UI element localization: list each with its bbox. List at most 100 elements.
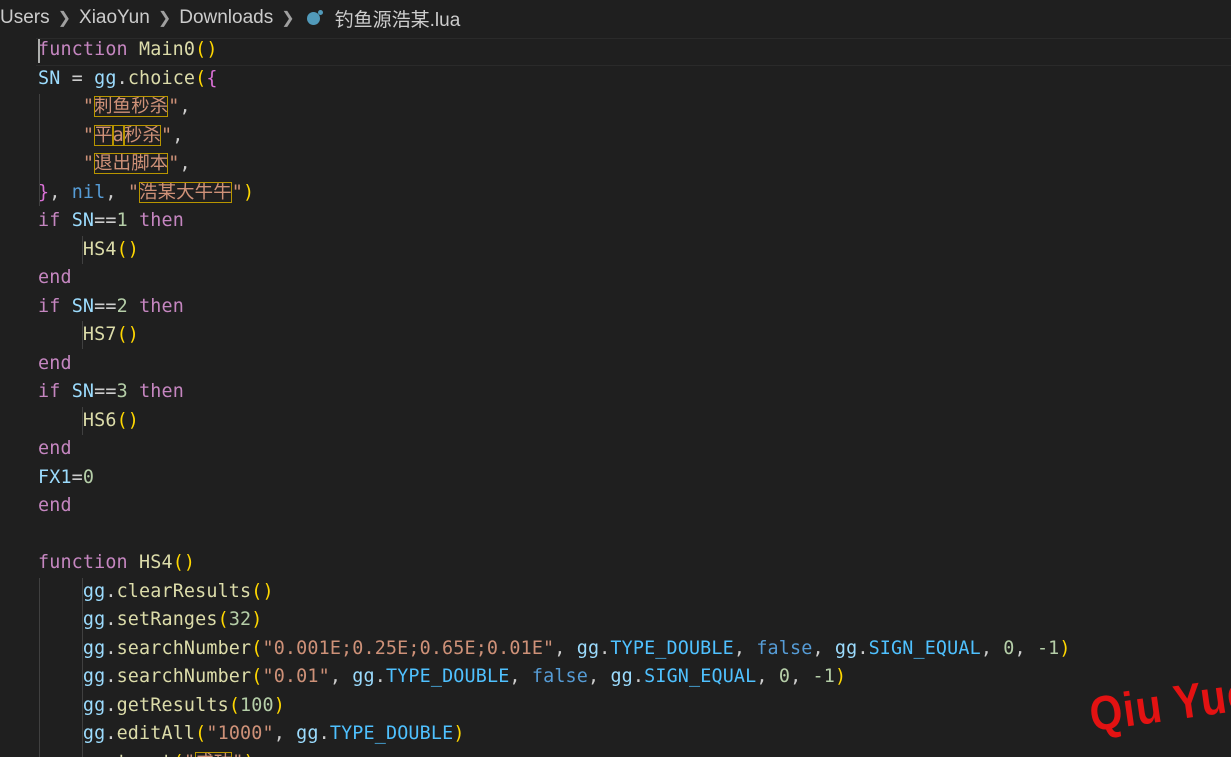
code-token: 刺鱼秒杀 [94, 96, 169, 117]
code-token: . [116, 67, 128, 89]
code-token: HS4 [82, 238, 117, 260]
code-token: ( [173, 752, 184, 757]
code-token: ( [195, 67, 207, 89]
code-token: " [168, 96, 180, 117]
code-token: == [94, 381, 117, 402]
code-token: . [599, 637, 611, 659]
breadcrumb-item-xiaoyun[interactable]: XiaoYun [79, 7, 150, 29]
code-line[interactable]: gg.searchNumber("0.01", gg.TYPE_DOUBLE, … [38, 663, 846, 691]
code-token: FX1 [38, 466, 72, 488]
code-token: clearResults [116, 580, 252, 602]
code-token: 32 [228, 609, 252, 630]
code-line[interactable]: "刺鱼秒杀", [38, 93, 191, 121]
code-token: . [105, 666, 117, 687]
breadcrumb-item-users[interactable]: Users [0, 7, 50, 29]
code-token: 成功 [195, 751, 233, 757]
code-token: , [329, 666, 353, 687]
breadcrumb-item-downloads[interactable]: Downloads [179, 7, 273, 29]
code-token: , [790, 666, 813, 687]
code-token: searchNumber [116, 666, 252, 687]
code-line[interactable]: FX1=0 [38, 464, 94, 492]
code-token: () [195, 39, 218, 60]
code-token: end [38, 438, 72, 459]
code-token: ( [228, 694, 241, 716]
code-token: HS6 [82, 409, 117, 431]
code-line[interactable]: if SN==1 then [38, 207, 184, 235]
code-token: , [756, 666, 779, 687]
code-line[interactable]: function Main0() [38, 36, 218, 64]
code-line[interactable]: gg.setRanges(32) [38, 606, 263, 634]
code-token: "1000" [206, 723, 274, 744]
code-token: HS4 [139, 552, 173, 573]
code-line[interactable]: if SN==3 then [38, 378, 184, 406]
code-line[interactable]: SN = gg.choice({ [38, 65, 218, 93]
code-token: SN [71, 210, 95, 231]
code-token: gg [610, 666, 633, 687]
code-token: searchNumber [116, 637, 252, 659]
code-editor[interactable]: function Main0() SN = gg.choice({ "刺鱼秒杀",… [0, 36, 1231, 757]
code-token: " [127, 181, 140, 203]
code-line[interactable]: function HS4() [38, 549, 195, 577]
code-line[interactable]: HS6() [38, 407, 139, 435]
code-token: 1 [116, 210, 128, 231]
code-token: "0.001E;0.25E;0.65E;0.01E" [262, 637, 555, 659]
code-token: () [251, 580, 274, 602]
code-token: . [105, 752, 116, 757]
code-token: SN [71, 295, 95, 317]
code-token: function [38, 39, 128, 60]
code-line[interactable]: "平a秒杀", [38, 122, 183, 150]
code-token: gg [94, 67, 117, 89]
code-line[interactable]: gg.getResults(100) [38, 692, 285, 720]
code-token: () [116, 238, 140, 260]
code-line[interactable]: "退出脚本", [38, 150, 191, 178]
code-token: 0 [82, 466, 95, 488]
code-token: ( [195, 723, 207, 744]
code-line[interactable]: gg.editAll("1000", gg.TYPE_DOUBLE) [38, 720, 465, 748]
breadcrumb-file-name[interactable]: 钓鱼源浩某.lua [335, 5, 461, 32]
code-token: ) [244, 752, 255, 757]
code-token: , [554, 637, 577, 659]
code-token: , [588, 666, 611, 687]
code-token: a [112, 124, 124, 146]
code-token: 秒杀 [123, 124, 161, 146]
code-token: " [231, 181, 243, 203]
code-line[interactable]: }, nil, "浩某大牛牛") [38, 179, 254, 207]
code-token: gg [82, 609, 106, 630]
code-line[interactable]: gg.searchNumber("0.001E;0.25E;0.65E;0.01… [38, 635, 1071, 663]
code-line[interactable]: end [38, 435, 72, 463]
code-token: false [531, 666, 588, 687]
code-token: gg [83, 752, 105, 757]
code-line[interactable]: if SN==2 then [38, 293, 184, 321]
code-token: = [71, 466, 83, 488]
code-token: " [184, 752, 195, 757]
code-token: 0 [778, 666, 791, 687]
code-token: gg [82, 666, 106, 687]
code-token: , [509, 666, 532, 687]
code-line[interactable]: HS4() [38, 236, 139, 264]
code-token: " [82, 153, 95, 174]
breadcrumb: Users ❯ XiaoYun ❯ Downloads ❯ 钓鱼源浩某.lua [0, 0, 1231, 36]
code-token: toast [117, 752, 173, 757]
code-line[interactable]: end [38, 264, 72, 292]
code-line[interactable]: HS7() [38, 321, 139, 349]
code-line[interactable]: end [38, 492, 72, 520]
code-token: " [82, 96, 95, 117]
code-token: SN [71, 381, 95, 402]
code-line[interactable]: gg.toast("成功") [38, 749, 255, 757]
code-line[interactable]: end [38, 350, 72, 378]
code-line[interactable]: gg.clearResults() [38, 578, 274, 606]
